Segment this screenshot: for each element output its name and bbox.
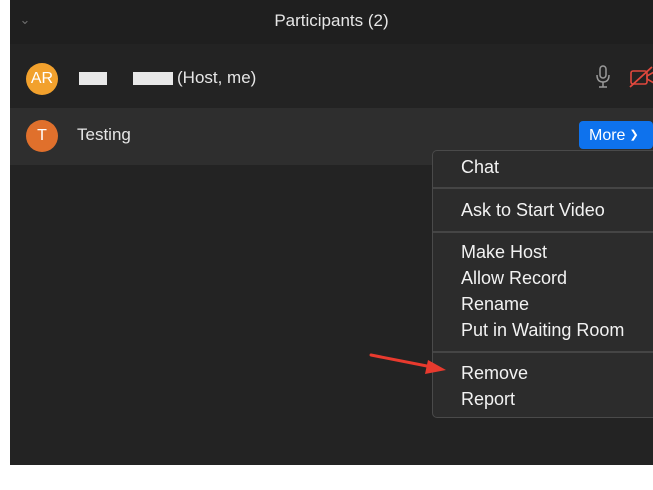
more-button-label: More (589, 127, 626, 144)
menu-item-remove[interactable]: Remove (461, 363, 528, 384)
more-button[interactable]: More ❯ (579, 121, 653, 149)
participant-row-host[interactable]: AR (Host, me) (10, 50, 653, 107)
host-label: (Host, me) (177, 68, 257, 87)
menu-item-ask-start-video[interactable]: Ask to Start Video (461, 200, 605, 221)
menu-item-waiting-room[interactable]: Put in Waiting Room (461, 320, 624, 341)
participant-name: Testing (77, 125, 131, 144)
menu-separator (433, 351, 653, 353)
avatar: T (26, 120, 58, 152)
avatar: AR (26, 63, 58, 95)
redacted-name (133, 72, 173, 85)
menu-item-make-host[interactable]: Make Host (461, 242, 547, 263)
more-menu: Chat Ask to Start Video Make Host Allow … (432, 150, 653, 418)
menu-item-chat[interactable]: Chat (461, 157, 499, 178)
video-off-icon[interactable] (628, 65, 653, 89)
redacted-name (79, 72, 107, 85)
chevron-down-icon: ❯ (629, 129, 639, 141)
menu-item-rename[interactable]: Rename (461, 294, 529, 315)
page-title: Participants (2) (274, 11, 389, 30)
microphone-icon[interactable] (593, 64, 613, 90)
menu-item-allow-record[interactable]: Allow Record (461, 268, 567, 289)
menu-separator (433, 231, 653, 233)
menu-item-report[interactable]: Report (461, 389, 515, 410)
title-bar: ⌄ Participants (2) (10, 0, 653, 44)
menu-separator (433, 187, 653, 189)
